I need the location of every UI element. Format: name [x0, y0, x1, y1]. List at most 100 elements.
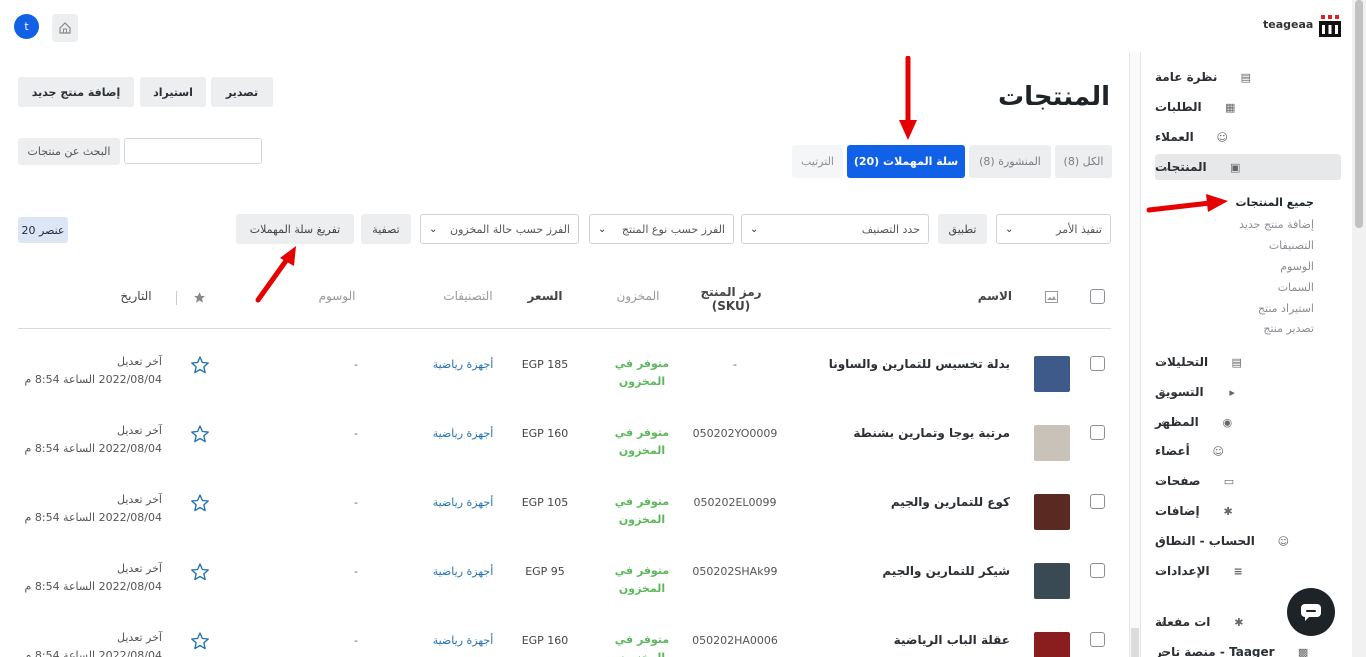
- tab-published[interactable]: المنشورة (8): [969, 145, 1051, 178]
- sidebar-subitem-6[interactable]: تصدير منتج: [1263, 322, 1314, 335]
- product-name-link[interactable]: كوع للتمارين والجيم: [810, 495, 1010, 509]
- product-tags: -: [354, 358, 358, 371]
- select-all-checkbox[interactable]: [1090, 289, 1105, 304]
- date-label: آخر تعديل: [117, 631, 162, 644]
- row-checkbox[interactable]: [1090, 563, 1105, 578]
- row-checkbox[interactable]: [1090, 494, 1105, 509]
- empty-trash-button[interactable]: تفريغ سلة المهملات: [236, 214, 354, 244]
- tab-all[interactable]: الكل (8): [1055, 145, 1112, 178]
- export-button[interactable]: تصدير: [211, 77, 273, 107]
- category-select[interactable]: ⌄ حدد التصنيف: [741, 214, 929, 244]
- sidebar-item-8[interactable]: ▭ صفحات ›: [1155, 468, 1341, 494]
- product-thumbnail[interactable]: [1034, 494, 1070, 530]
- sidebar-item-7[interactable]: ☺ أعضاء ›: [1155, 438, 1341, 464]
- brand-logo[interactable]: [1318, 14, 1342, 38]
- column-sku[interactable]: رمز المنتج (SKU): [686, 285, 776, 313]
- page-scroll-thumb[interactable]: [1355, 0, 1363, 228]
- sidebar-item-4[interactable]: ▤ التحليلات ›: [1155, 349, 1341, 375]
- row-checkbox[interactable]: [1090, 356, 1105, 371]
- featured-star-icon[interactable]: [190, 355, 210, 375]
- bulk-action-value: تنفيذ الأمر: [1056, 222, 1102, 236]
- product-date: آخر تعديل 2022/08/04 الساعة 8:54 م: [12, 491, 162, 527]
- apply-button[interactable]: تطبيق: [938, 214, 987, 244]
- sidebar-item-11[interactable]: ≡ الإعدادات ›: [1155, 558, 1341, 584]
- chevron-icon: ›: [1161, 355, 1166, 369]
- stock-status-value: الفرز حسب حالة المخزون: [450, 222, 570, 236]
- sidebar-subitem-5[interactable]: استيراد منتج: [1258, 302, 1314, 315]
- annotation-arrow-down: [899, 56, 917, 140]
- product-price: EGP 95: [525, 565, 565, 578]
- product-name-link[interactable]: عقلة الباب الرياضية: [810, 633, 1010, 647]
- sidebar-item-5[interactable]: ▸ التسويق ›: [1155, 379, 1341, 405]
- date-value: 2022/08/04 الساعة 8:54 م: [24, 580, 162, 593]
- chat-icon: [1301, 604, 1321, 621]
- column-date[interactable]: التاريخ: [110, 289, 162, 303]
- row-checkbox[interactable]: [1090, 425, 1105, 440]
- image-icon: [1045, 291, 1058, 303]
- featured-star-icon[interactable]: [190, 562, 210, 582]
- sidebar-item-9[interactable]: ✱ إضافات: [1155, 498, 1341, 524]
- product-name-link[interactable]: مرتبة يوجا وتمارين بشنطة: [810, 426, 1010, 440]
- product-thumbnail[interactable]: [1034, 425, 1070, 461]
- home-button[interactable]: [52, 14, 78, 42]
- category-link[interactable]: أجهزة رياضية: [418, 634, 508, 647]
- sidebar-item-1[interactable]: ▦ الطلبات: [1155, 94, 1341, 120]
- palette-icon: ◉: [1222, 415, 1233, 429]
- stock-status-select[interactable]: ⌄ الفرز حسب حالة المخزون: [420, 214, 579, 244]
- product-thumbnail[interactable]: [1034, 563, 1070, 599]
- category-link[interactable]: أجهزة رياضية: [418, 358, 508, 371]
- home-icon: [59, 22, 71, 34]
- product-name-link[interactable]: شيكر للتمارين والجيم: [810, 564, 1010, 578]
- sidebar-item-2[interactable]: ☺ العملاء: [1155, 124, 1341, 150]
- page-title: المنتجات: [998, 82, 1110, 112]
- column-price[interactable]: السعر: [520, 289, 570, 303]
- chat-widget-button[interactable]: [1287, 588, 1335, 636]
- chevron-icon: ›: [1161, 615, 1166, 629]
- sidebar-item-3[interactable]: ▣ المنتجات ⌄: [1155, 154, 1341, 180]
- sidebar-item-0[interactable]: ▤ نظرة عامة: [1155, 64, 1341, 90]
- product-type-select[interactable]: ⌄ الفرز حسب نوع المنتج: [589, 214, 734, 244]
- product-thumbnail[interactable]: [1034, 356, 1070, 392]
- product-date: آخر تعديل 2022/08/04 الساعة 8:54 م: [12, 422, 162, 458]
- filter-button[interactable]: تصفية: [361, 214, 411, 244]
- category-link[interactable]: أجهزة رياضية: [418, 427, 508, 440]
- tab-trash[interactable]: سلة المهملات (20): [847, 145, 965, 178]
- search-input[interactable]: [124, 138, 262, 164]
- column-name[interactable]: الاسم: [960, 289, 1012, 303]
- annotation-arrow-up: [255, 246, 296, 303]
- product-date: آخر تعديل 2022/08/04 الساعة 8:54 م: [12, 560, 162, 596]
- chevron-down-icon: ⌄: [429, 223, 438, 235]
- sidebar-subitem-0[interactable]: جميع المنتجات: [1235, 196, 1314, 209]
- row-checkbox[interactable]: [1090, 632, 1105, 647]
- users-icon: ☺: [1212, 444, 1225, 458]
- bulk-action-select[interactable]: ⌄ تنفيذ الأمر: [996, 214, 1111, 244]
- product-price: EGP 160: [521, 634, 569, 647]
- featured-star-icon[interactable]: [190, 424, 210, 444]
- sidebar-item-label: نظرة عامة: [1155, 70, 1218, 84]
- product-name-link[interactable]: بدلة تخسيس للتمارين والساونا: [810, 357, 1010, 371]
- sidebar-item-10[interactable]: ☺ الحساب - النطاق: [1155, 528, 1341, 554]
- sidebar-item-13[interactable]: ▩ Taager - منصة تاجر ›: [1155, 639, 1341, 657]
- add-product-button[interactable]: إضافة منتج جديد: [18, 77, 134, 107]
- import-button[interactable]: استيراد: [140, 77, 206, 107]
- sidebar-subitem-3[interactable]: الوسوم: [1280, 260, 1314, 273]
- sidebar-item-6[interactable]: ◉ المظهر ›: [1155, 409, 1341, 435]
- product-price: EGP 160: [521, 427, 569, 440]
- plugin-icon: ✱: [1234, 615, 1244, 629]
- sidebar-subitem-2[interactable]: التصنيفات: [1269, 239, 1314, 252]
- content-scrollbar[interactable]: [1129, 52, 1141, 657]
- table-header-divider: [18, 328, 1111, 329]
- category-link[interactable]: أجهزة رياضية: [418, 496, 508, 509]
- search-products-button[interactable]: البحث عن منتجات: [18, 138, 120, 165]
- user-avatar[interactable]: t: [14, 14, 39, 39]
- sidebar-subitem-4[interactable]: السمات: [1278, 281, 1314, 294]
- product-tags: -: [354, 427, 358, 440]
- content-scroll-thumb[interactable]: [1131, 628, 1139, 657]
- chart-icon: ▤: [1231, 355, 1242, 369]
- sidebar-subitem-1[interactable]: إضافة منتج جديد: [1239, 218, 1314, 231]
- tab-sorting[interactable]: الترتيب: [792, 145, 843, 178]
- product-thumbnail[interactable]: [1034, 632, 1070, 657]
- featured-star-icon[interactable]: [190, 631, 210, 651]
- featured-star-icon[interactable]: [190, 493, 210, 513]
- category-link[interactable]: أجهزة رياضية: [418, 565, 508, 578]
